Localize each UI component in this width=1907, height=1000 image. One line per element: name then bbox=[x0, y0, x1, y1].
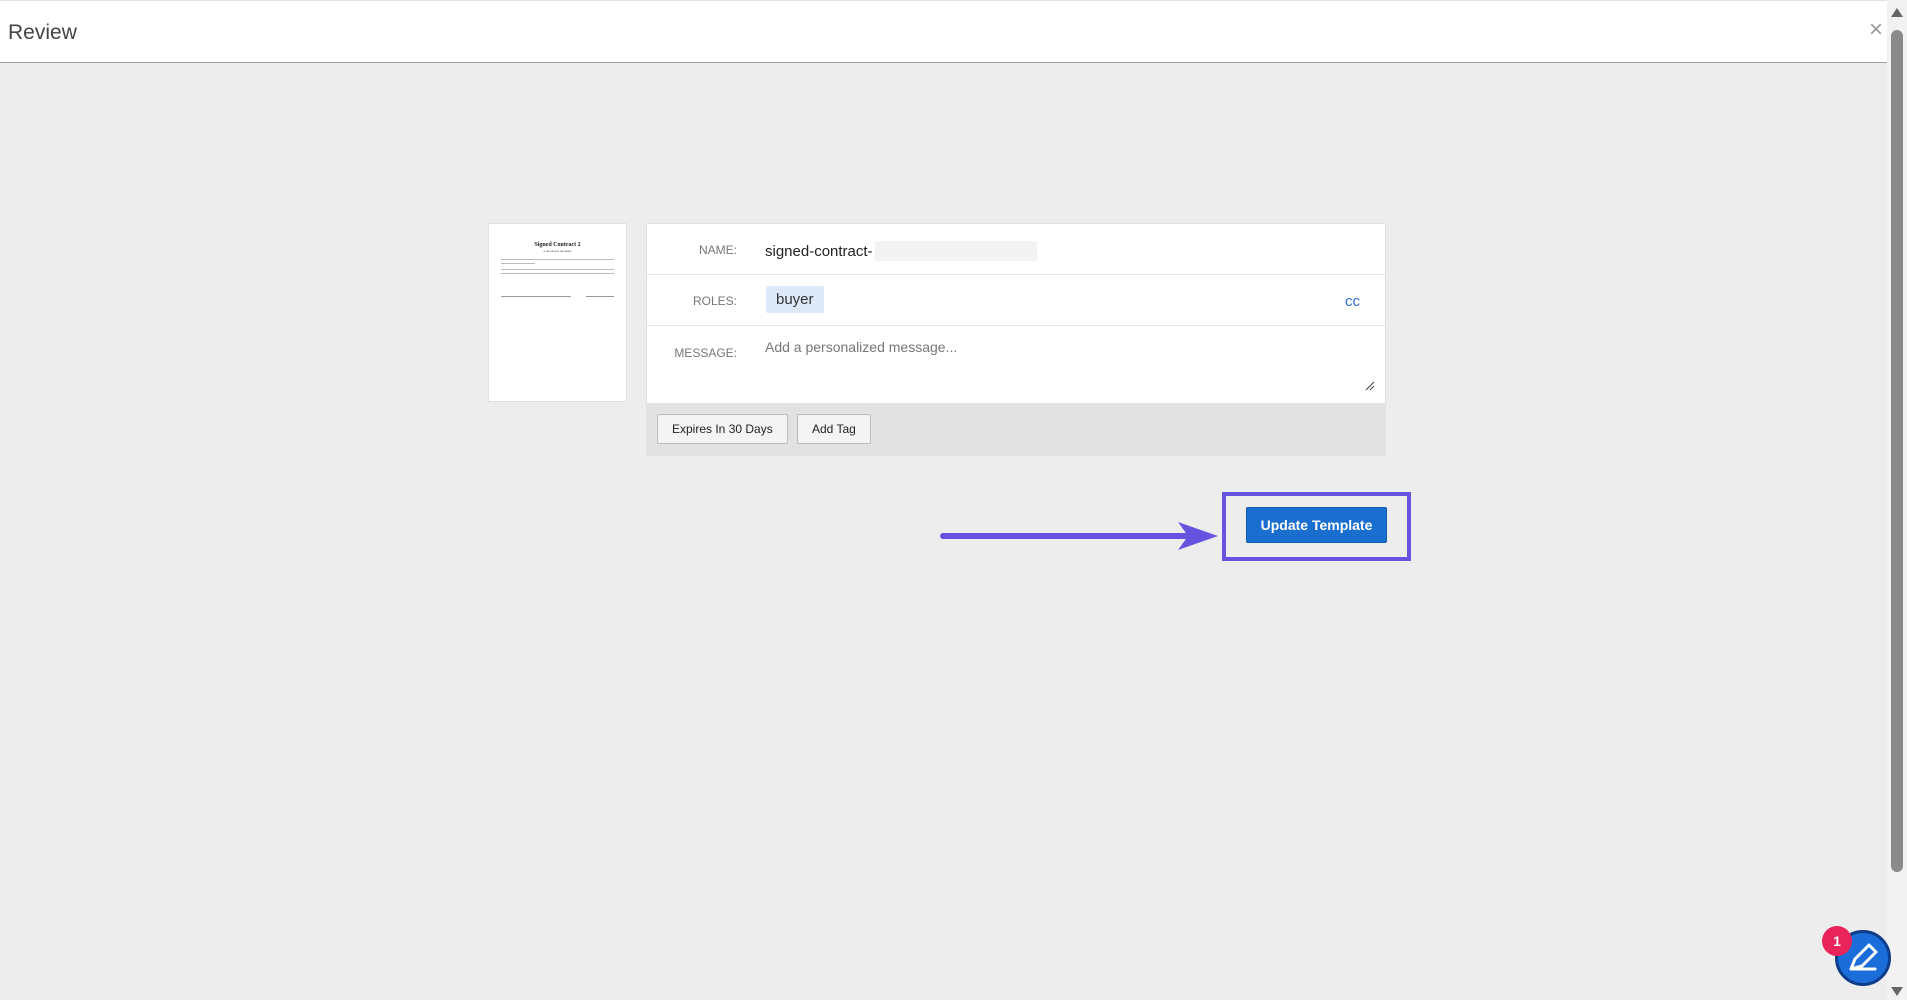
name-redacted-block bbox=[874, 241, 1037, 261]
scrollbar-thumb[interactable] bbox=[1891, 30, 1903, 872]
role-chip-buyer[interactable]: buyer bbox=[766, 286, 824, 313]
roles-label: ROLES: bbox=[692, 294, 737, 308]
resize-handle-icon[interactable] bbox=[1365, 381, 1375, 391]
scrollbar[interactable] bbox=[1887, 0, 1907, 1000]
notification-badge: 1 bbox=[1822, 926, 1852, 956]
update-template-button[interactable]: Update Template bbox=[1246, 507, 1387, 543]
page-title: Review bbox=[8, 21, 77, 44]
form-actions-bar: Expires In 30 Days Add Tag bbox=[647, 403, 1385, 455]
expires-button[interactable]: Expires In 30 Days bbox=[657, 414, 788, 444]
document-thumbnail[interactable]: Signed Contract 2 a document template bbox=[488, 223, 627, 402]
modal-header: Review × bbox=[0, 0, 1887, 63]
name-field[interactable]: signed-contract- bbox=[765, 241, 1037, 261]
review-form: NAME: signed-contract- ROLES: buyer cc M… bbox=[646, 223, 1386, 456]
close-icon[interactable]: × bbox=[1865, 18, 1887, 42]
document-thumbnail-title: Signed Contract 2 bbox=[534, 242, 581, 248]
message-row: MESSAGE: bbox=[647, 326, 1385, 405]
name-value: signed-contract- bbox=[765, 242, 873, 260]
document-thumbnail-signature-lines bbox=[501, 296, 614, 297]
message-label: MESSAGE: bbox=[674, 346, 737, 360]
document-thumbnail-body bbox=[501, 259, 614, 274]
name-label: NAME: bbox=[698, 243, 737, 257]
document-thumbnail-subtitle: a document template bbox=[543, 249, 572, 253]
add-tag-button[interactable]: Add Tag bbox=[797, 414, 871, 444]
scroll-down-arrow-icon[interactable] bbox=[1891, 987, 1903, 996]
name-row: NAME: signed-contract- bbox=[647, 224, 1385, 275]
message-textarea[interactable] bbox=[765, 339, 1365, 391]
roles-row: ROLES: buyer cc bbox=[647, 275, 1385, 326]
scroll-up-arrow-icon[interactable] bbox=[1891, 8, 1903, 17]
cc-link[interactable]: cc bbox=[1345, 293, 1360, 310]
pointer-arrow-icon bbox=[940, 522, 1218, 550]
